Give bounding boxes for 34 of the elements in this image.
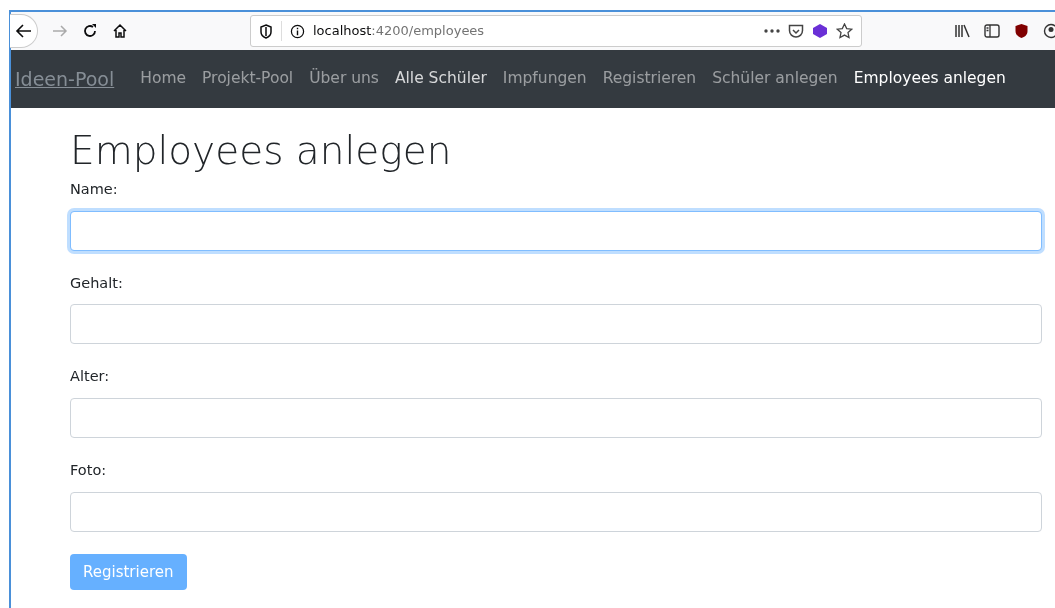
field-label: Foto: [70, 461, 108, 481]
page-title: Employees anlegen [70, 128, 453, 175]
sidebar-icon[interactable] [984, 24, 1000, 38]
more-icon[interactable] [764, 29, 780, 33]
field-label: Alter: [70, 367, 111, 387]
nav-link[interactable]: Schüler anlegen [704, 67, 846, 91]
cube-icon[interactable] [812, 23, 828, 39]
brand-link[interactable]: Ideen-Pool [15, 64, 115, 94]
home-button[interactable] [112, 23, 128, 39]
nav-link[interactable]: Registrieren [594, 67, 705, 91]
info-icon [290, 23, 305, 39]
field-label: Gehalt: [70, 273, 124, 293]
shield-icon[interactable] [1014, 23, 1029, 39]
nav-link[interactable]: Home [132, 67, 195, 91]
input-field[interactable] [70, 491, 1042, 532]
pocket-icon[interactable] [788, 23, 804, 39]
nav-link[interactable]: Projekt-Pool [194, 67, 302, 91]
star-icon[interactable] [836, 23, 853, 39]
back-button[interactable] [10, 14, 38, 48]
nav-link[interactable]: Alle Schüler [386, 67, 495, 91]
url-text: localhost:4200/employees [313, 22, 486, 41]
reload-button[interactable] [82, 23, 98, 39]
nav-link[interactable]: Impfungen [494, 67, 595, 91]
address-bar[interactable]: localhost:4200/employees [250, 15, 862, 47]
field-label: Name: [70, 179, 119, 199]
library-icon[interactable] [954, 24, 970, 38]
input-field[interactable] [70, 210, 1042, 251]
input-field[interactable] [70, 398, 1042, 439]
shield-icon [259, 23, 273, 39]
back-arrow-icon [14, 23, 33, 39]
account-icon[interactable] [1043, 23, 1055, 39]
nav-link[interactable]: Employees anlegen [845, 67, 1014, 91]
nav-link[interactable]: Über uns [301, 67, 387, 91]
input-field[interactable] [70, 304, 1042, 345]
